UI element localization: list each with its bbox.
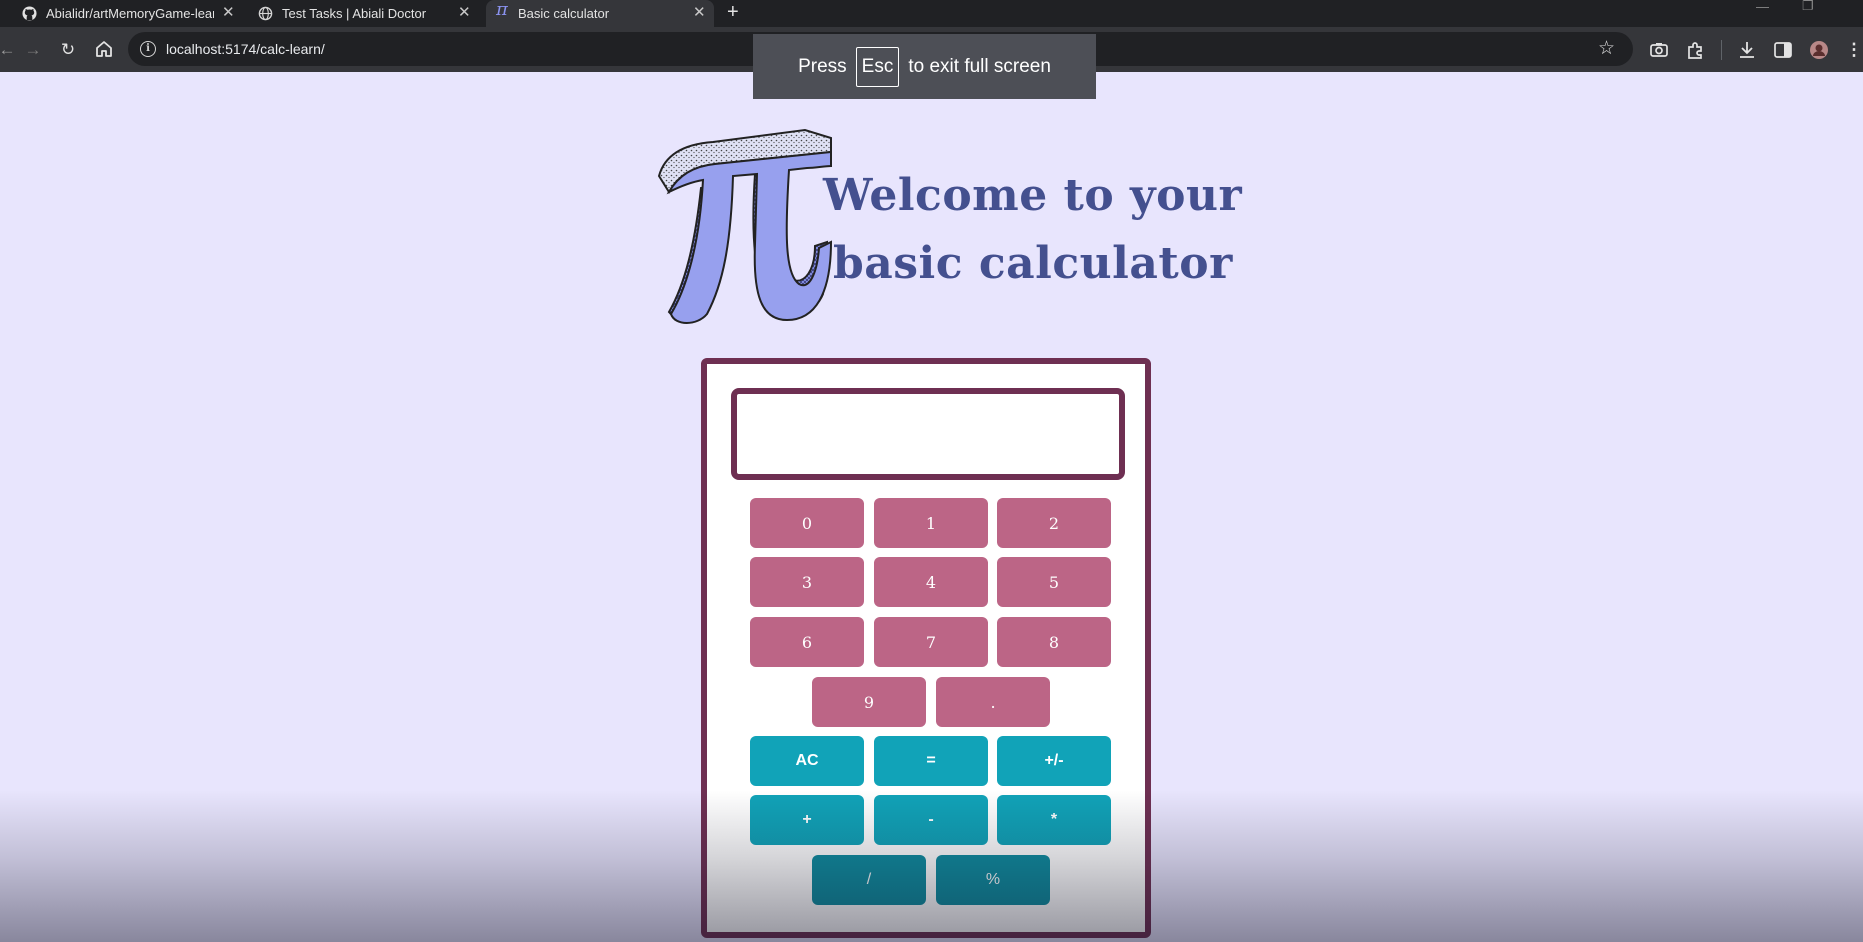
tab-title: Abialidr/artMemoryGame-learn <box>46 6 214 21</box>
forward-icon[interactable]: → <box>22 39 44 61</box>
home-icon[interactable] <box>93 38 115 60</box>
key-7[interactable]: 7 <box>874 617 988 667</box>
page-title-line-2: basic calculator <box>833 238 1233 289</box>
site-info-icon[interactable]: i <box>140 41 156 57</box>
tab-test-tasks[interactable]: Test Tasks | Abiali Doctor ✕ <box>258 0 471 27</box>
github-icon <box>22 6 37 21</box>
fullscreen-notice: Press Esc to exit full screen <box>753 34 1096 99</box>
tab-title: Basic calculator <box>518 6 610 21</box>
screenshot-icon[interactable] <box>1648 39 1670 61</box>
toolbar-divider <box>1721 40 1722 60</box>
browser-tab-strip: Abialidr/artMemoryGame-learn ✕ Test Task… <box>0 0 1863 27</box>
key-toggle-sign[interactable]: +/- <box>997 736 1111 786</box>
pi-logo-icon <box>657 128 833 324</box>
key-9[interactable]: 9 <box>812 677 926 727</box>
tab-title: Test Tasks | Abiali Doctor <box>282 6 427 21</box>
calculator-frame: 0 1 2 3 4 5 6 7 8 9 . AC = +/- + - * / % <box>701 358 1151 938</box>
minimize-icon[interactable]: — <box>1756 0 1769 14</box>
bookmark-star-icon[interactable]: ☆ <box>1598 37 1615 60</box>
page-header: Welcome to your basic calculator <box>655 124 1242 324</box>
key-2[interactable]: 2 <box>997 498 1111 548</box>
key-6[interactable]: 6 <box>750 617 864 667</box>
url-text[interactable]: localhost:5174/calc-learn/ <box>166 41 325 57</box>
download-icon[interactable] <box>1736 39 1758 61</box>
key-add[interactable]: + <box>750 795 864 845</box>
key-1[interactable]: 1 <box>874 498 988 548</box>
fullscreen-notice-press: Press <box>798 55 847 77</box>
profile-avatar[interactable] <box>1808 39 1830 61</box>
key-0[interactable]: 0 <box>750 498 864 548</box>
key-5[interactable]: 5 <box>997 557 1111 607</box>
key-8[interactable]: 8 <box>997 617 1111 667</box>
reload-icon[interactable]: ↻ <box>57 39 79 61</box>
page-title: Welcome to your basic calculator <box>823 162 1242 298</box>
restore-icon[interactable]: ❐ <box>1802 0 1814 13</box>
tab-basic-calculator[interactable]: π Basic calculator ✕ <box>486 0 714 27</box>
menu-kebab-icon[interactable]: ⋮ <box>1843 39 1863 61</box>
key-decimal-point[interactable]: . <box>936 677 1050 727</box>
back-icon[interactable]: ← <box>0 39 18 61</box>
key-4[interactable]: 4 <box>874 557 988 607</box>
key-divide[interactable]: / <box>812 855 926 905</box>
key-multiply[interactable]: * <box>997 795 1111 845</box>
esc-key-hint: Esc <box>855 46 900 87</box>
key-equals[interactable]: = <box>874 736 988 786</box>
key-percent[interactable]: % <box>936 855 1050 905</box>
extensions-icon[interactable] <box>1684 39 1706 61</box>
fullscreen-notice-text: to exit full screen <box>908 55 1051 77</box>
tab-github[interactable]: Abialidr/artMemoryGame-learn ✕ <box>22 0 235 27</box>
close-tab-icon[interactable]: ✕ <box>222 3 235 21</box>
side-panel-icon[interactable] <box>1772 39 1794 61</box>
key-all-clear[interactable]: AC <box>750 736 864 786</box>
new-tab-button[interactable]: + <box>727 0 739 24</box>
page-title-line-1: Welcome to your <box>823 170 1243 221</box>
key-subtract[interactable]: - <box>874 795 988 845</box>
close-tab-icon[interactable]: ✕ <box>458 3 471 21</box>
key-3[interactable]: 3 <box>750 557 864 607</box>
calculator-display <box>731 388 1125 480</box>
globe-icon <box>258 6 273 21</box>
close-tab-icon[interactable]: ✕ <box>693 3 706 21</box>
pi-icon: π <box>496 0 508 20</box>
